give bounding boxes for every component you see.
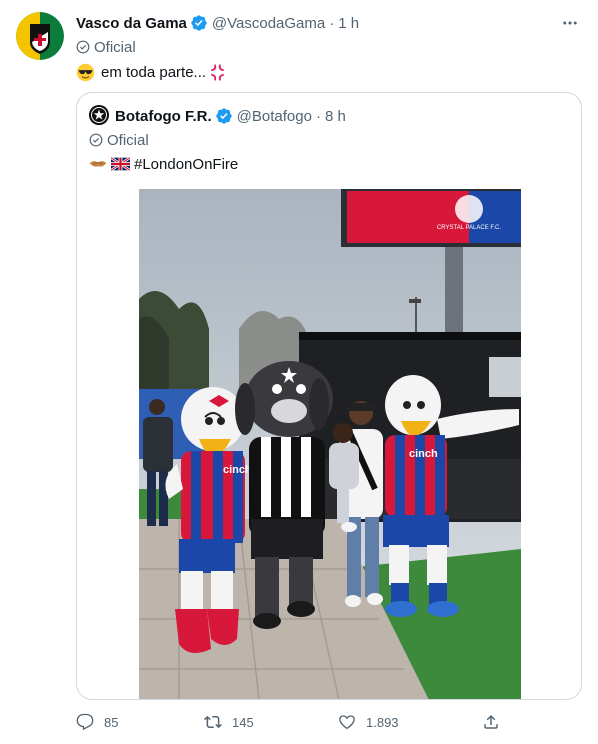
tweet-actions: 85 145 1.893: [76, 710, 506, 734]
sunglasses-face-emoji-icon: [76, 63, 95, 81]
anger-symbol-emoji-icon: [211, 63, 225, 81]
heart-icon: [339, 715, 355, 730]
quoted-official-text: Oficial: [107, 131, 149, 149]
tweet-time[interactable]: 1 h: [338, 15, 359, 32]
tweet-text: em toda parte...: [76, 60, 233, 84]
quoted-text: #LondonOnFire: [89, 153, 238, 175]
verified-badge-icon: [191, 15, 207, 31]
reply-icon: [76, 713, 94, 731]
vasco-crest-icon: [16, 12, 64, 60]
jersey-text: cinch: [223, 464, 252, 476]
share-icon: [484, 714, 498, 729]
quoted-official-label: Oficial: [89, 130, 149, 150]
official-check-icon: [89, 133, 103, 147]
official-label: Oficial: [76, 37, 136, 57]
reply-count: 85: [104, 714, 119, 730]
quoted-time[interactable]: 8 h: [325, 108, 346, 125]
author-name[interactable]: Vasco da Gama: [76, 15, 187, 32]
tweet[interactable]: Vasco da Gama @VascodaGama · 1 h Oficial…: [0, 0, 598, 744]
author-handle[interactable]: @VascodaGama: [212, 15, 325, 32]
scoreboard-text: CRYSTAL PALACE F.C.: [437, 225, 501, 231]
separator-dot: ·: [315, 107, 321, 125]
separator-dot: ·: [329, 14, 335, 32]
tweet-text-content: em toda parte...: [101, 63, 207, 81]
jersey-text-right: cinch: [409, 448, 438, 460]
official-text: Oficial: [94, 38, 136, 56]
retweet-icon: [204, 715, 222, 729]
handshake-emoji-icon: [89, 161, 107, 167]
retweet-button[interactable]: 145: [204, 710, 254, 734]
avatar[interactable]: [16, 12, 64, 60]
share-button[interactable]: [482, 710, 510, 734]
quoted-avatar[interactable]: [89, 105, 109, 125]
like-count: 1.893: [366, 714, 399, 730]
tweet-photo[interactable]: CRYSTAL PALACE F.C. cinch cinch: [139, 189, 521, 699]
more-horizontal-icon: [563, 21, 577, 25]
mascots-photo-image: CRYSTAL PALACE F.C. cinch cinch: [139, 189, 521, 699]
verified-badge-icon: [215, 108, 232, 124]
quoted-author-name[interactable]: Botafogo F.R.: [115, 108, 212, 125]
quoted-author-handle[interactable]: @Botafogo: [237, 108, 312, 125]
uk-flag-emoji-icon: [111, 157, 130, 171]
tweet-header: Vasco da Gama @VascodaGama · 1 h: [76, 13, 582, 33]
quoted-header: Botafogo F.R. @Botafogo · 8 h: [115, 106, 346, 126]
quoted-tweet[interactable]: Botafogo F.R. @Botafogo · 8 h Oficial #L…: [76, 92, 582, 700]
reply-button[interactable]: 85: [76, 710, 118, 734]
hashtag-link[interactable]: #LondonOnFire: [134, 156, 238, 173]
retweet-count: 145: [232, 714, 254, 730]
like-button[interactable]: 1.893: [338, 710, 399, 734]
botafogo-star-icon: [89, 105, 109, 125]
more-options-button[interactable]: [558, 11, 582, 35]
official-check-icon: [76, 40, 90, 54]
